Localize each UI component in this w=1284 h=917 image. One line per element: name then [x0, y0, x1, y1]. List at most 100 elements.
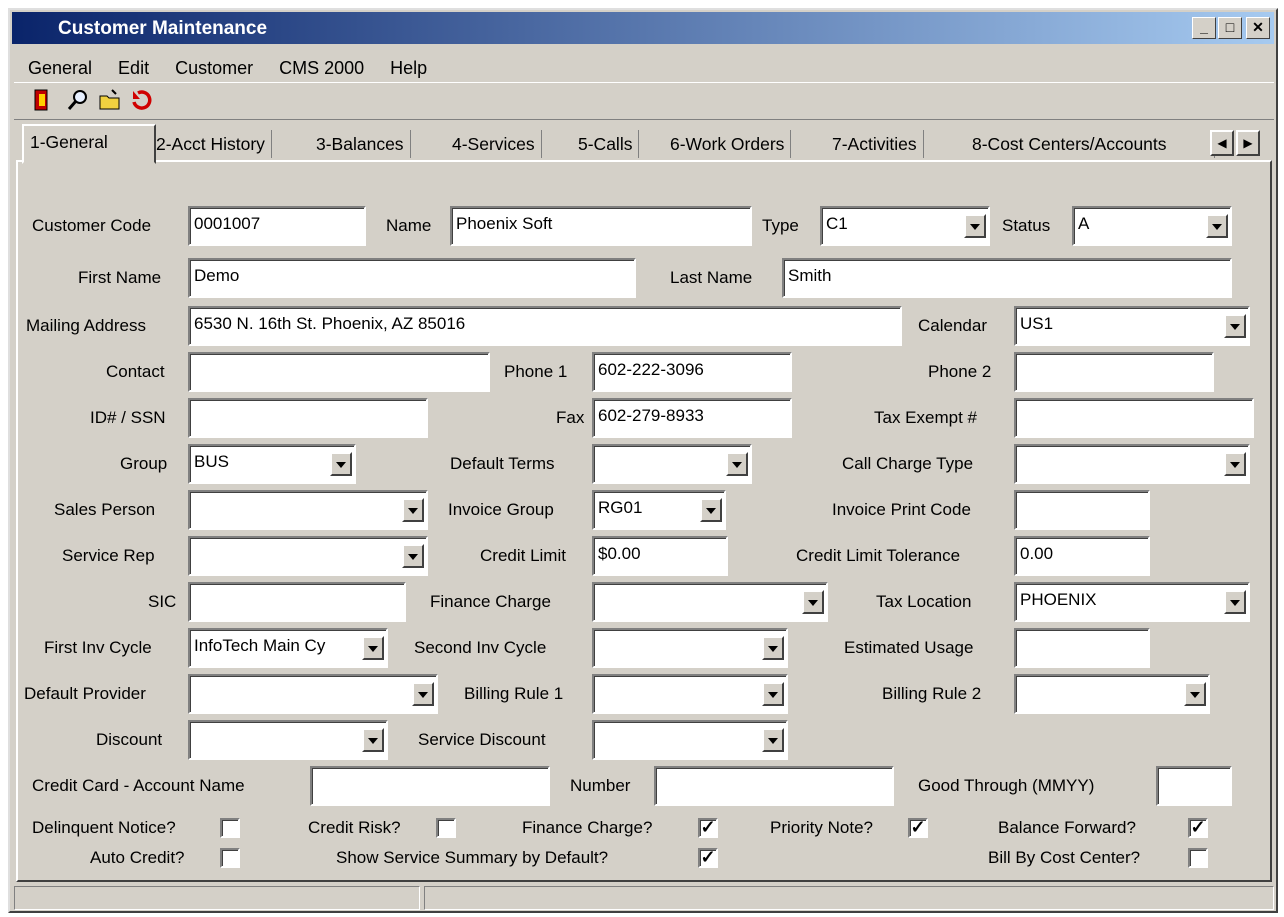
- billing-rule2-select[interactable]: [1014, 674, 1210, 714]
- good-through-field[interactable]: [1156, 766, 1232, 806]
- discount-select[interactable]: [188, 720, 388, 760]
- credit-risk-label: Credit Risk?: [308, 818, 401, 837]
- sic-field[interactable]: [188, 582, 406, 622]
- estimated-usage-field[interactable]: [1014, 628, 1150, 668]
- tab-calls[interactable]: 5-Calls: [572, 130, 640, 158]
- tab-general[interactable]: 1-General: [22, 124, 156, 164]
- credit-limit-field[interactable]: $0.00: [592, 536, 728, 576]
- finance-charge-select[interactable]: [592, 582, 828, 622]
- show-service-summary-label: Show Service Summary by Default?: [336, 848, 609, 867]
- customer-maintenance-window: Customer Maintenance _ □ ✕ General Edit Cu…: [8, 8, 1278, 913]
- tax-location-dropdown-button[interactable]: [1224, 590, 1246, 614]
- calendar-select[interactable]: US1: [1014, 306, 1250, 346]
- calendar-dropdown-button[interactable]: [1224, 314, 1246, 338]
- billing-rule2-dropdown-button[interactable]: [1184, 682, 1206, 706]
- search-icon[interactable]: [66, 88, 90, 112]
- first-inv-cycle-select[interactable]: InfoTech Main Cy: [188, 628, 388, 668]
- delinquent-notice-label: Delinquent Notice?: [32, 818, 176, 837]
- first-name-field[interactable]: Demo: [188, 258, 636, 298]
- maximize-button[interactable]: □: [1218, 17, 1242, 39]
- tab-cost-centers[interactable]: 8-Cost Centers/Accounts: [966, 130, 1215, 158]
- default-terms-select[interactable]: [592, 444, 752, 484]
- discount-dropdown-button[interactable]: [362, 728, 384, 752]
- phone1-field[interactable]: 602-222-3096: [592, 352, 792, 392]
- close-button[interactable]: ✕: [1246, 17, 1270, 39]
- minimize-button[interactable]: _: [1192, 17, 1216, 39]
- customer-code-field[interactable]: 0001007: [188, 206, 366, 246]
- bill-by-cost-center-checkbox[interactable]: [1188, 848, 1208, 868]
- phone2-label: Phone 2: [928, 362, 992, 381]
- customer-code-label: Customer Code: [32, 216, 152, 235]
- menu-customer[interactable]: Customer: [175, 58, 253, 79]
- credit-limit-tolerance-field[interactable]: 0.00: [1014, 536, 1150, 576]
- fax-field[interactable]: 602-279-8933: [592, 398, 792, 438]
- default-provider-select[interactable]: [188, 674, 438, 714]
- cc-number-field[interactable]: [654, 766, 894, 806]
- default-terms-dropdown-button[interactable]: [726, 452, 748, 476]
- menu-general[interactable]: General: [28, 58, 92, 79]
- priority-note-label: Priority Note?: [770, 818, 873, 837]
- finance-charge-checkbox[interactable]: ✓: [698, 818, 718, 838]
- type-dropdown-button[interactable]: [964, 214, 986, 238]
- exit-icon[interactable]: [30, 88, 54, 112]
- balance-forward-checkbox[interactable]: ✓: [1188, 818, 1208, 838]
- contact-field[interactable]: [188, 352, 490, 392]
- call-charge-type-dropdown-button[interactable]: [1224, 452, 1246, 476]
- open-folder-icon[interactable]: [98, 88, 122, 112]
- finance-charge-dropdown-button[interactable]: [802, 590, 824, 614]
- tax-location-label: Tax Location: [876, 592, 972, 611]
- menu-edit[interactable]: Edit: [118, 58, 149, 79]
- tax-exempt-field[interactable]: [1014, 398, 1254, 438]
- group-select[interactable]: BUS: [188, 444, 356, 484]
- sales-person-select[interactable]: [188, 490, 428, 530]
- type-select[interactable]: C1: [820, 206, 990, 246]
- service-rep-select[interactable]: [188, 536, 428, 576]
- second-inv-cycle-select[interactable]: [592, 628, 788, 668]
- default-provider-dropdown-button[interactable]: [412, 682, 434, 706]
- tab-balances[interactable]: 3-Balances: [310, 130, 411, 158]
- refresh-icon[interactable]: [130, 88, 154, 112]
- tab-scroll-left-button[interactable]: ◀: [1210, 130, 1234, 156]
- group-dropdown-button[interactable]: [330, 452, 352, 476]
- mailing-address-field[interactable]: 6530 N. 16th St. Phoenix, AZ 85016: [188, 306, 902, 346]
- tab-work-orders[interactable]: 6-Work Orders: [664, 130, 792, 158]
- delinquent-notice-checkbox[interactable]: [220, 818, 240, 838]
- type-label: Type: [762, 216, 799, 235]
- tab-scroll-right-button[interactable]: ▶: [1236, 130, 1260, 156]
- sales-person-label: Sales Person: [54, 500, 156, 519]
- name-field[interactable]: Phoenix Soft: [450, 206, 752, 246]
- service-discount-dropdown-button[interactable]: [762, 728, 784, 752]
- invoice-group-select[interactable]: RG01: [592, 490, 726, 530]
- menu-cms2000[interactable]: CMS 2000: [279, 58, 364, 79]
- status-dropdown-button[interactable]: [1206, 214, 1228, 238]
- window-title: Customer Maintenance: [58, 18, 268, 39]
- priority-note-checkbox[interactable]: ✓: [908, 818, 928, 838]
- credit-risk-checkbox[interactable]: [436, 818, 456, 838]
- cc-account-name-field[interactable]: [310, 766, 550, 806]
- mailing-address-label: Mailing Address: [26, 316, 147, 335]
- invoice-group-dropdown-button[interactable]: [700, 498, 722, 522]
- id-ssn-field[interactable]: [188, 398, 428, 438]
- tab-activities[interactable]: 7-Activities: [826, 130, 924, 158]
- sales-person-dropdown-button[interactable]: [402, 498, 424, 522]
- billing-rule1-select[interactable]: [592, 674, 788, 714]
- first-inv-cycle-dropdown-button[interactable]: [362, 636, 384, 660]
- service-rep-label: Service Rep: [62, 546, 155, 565]
- billing-rule1-dropdown-button[interactable]: [762, 682, 784, 706]
- second-inv-cycle-dropdown-button[interactable]: [762, 636, 784, 660]
- invoice-group-label: Invoice Group: [448, 500, 554, 519]
- tax-location-select[interactable]: PHOENIX: [1014, 582, 1250, 622]
- service-rep-dropdown-button[interactable]: [402, 544, 424, 568]
- show-service-summary-checkbox[interactable]: ✓: [698, 848, 718, 868]
- phone2-field[interactable]: [1014, 352, 1214, 392]
- tab-acct-history[interactable]: 2-Acct History: [150, 130, 272, 158]
- menu-help[interactable]: Help: [390, 58, 427, 79]
- name-label: Name: [386, 216, 432, 235]
- invoice-print-code-field[interactable]: [1014, 490, 1150, 530]
- auto-credit-checkbox[interactable]: [220, 848, 240, 868]
- status-select[interactable]: A: [1072, 206, 1232, 246]
- service-discount-select[interactable]: [592, 720, 788, 760]
- last-name-field[interactable]: Smith: [782, 258, 1232, 298]
- call-charge-type-select[interactable]: [1014, 444, 1250, 484]
- tab-services[interactable]: 4-Services: [446, 130, 542, 158]
